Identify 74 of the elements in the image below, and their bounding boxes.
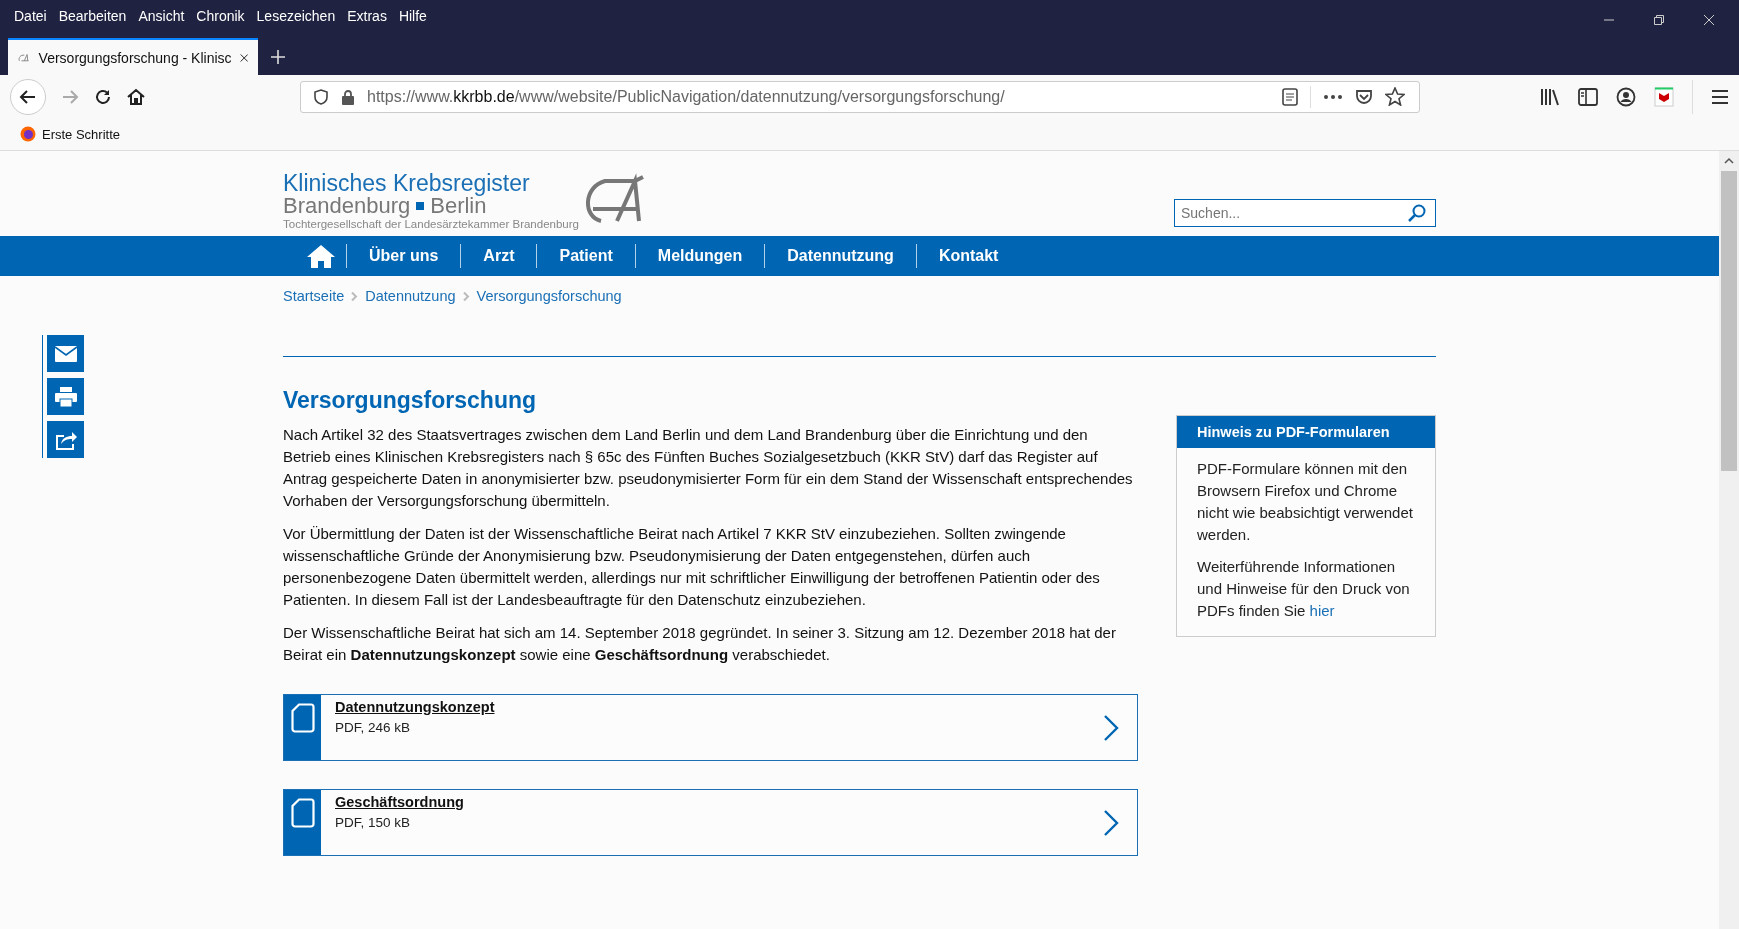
chevron-icon (462, 291, 470, 301)
scroll-up-icon[interactable] (1724, 157, 1734, 165)
document-title[interactable]: Datennutzungskonzept (335, 699, 1089, 715)
pocket-icon[interactable] (1355, 88, 1373, 105)
search-field[interactable]: Suchen... (1174, 199, 1436, 227)
menu-item[interactable]: Hilfe (398, 8, 427, 24)
document-icon (290, 798, 315, 828)
more-icon[interactable] (1323, 93, 1343, 100)
info-box-title: Hinweis zu PDF-Formularen (1177, 416, 1435, 448)
firefox-logo-icon (20, 126, 36, 142)
home-icon[interactable] (126, 86, 146, 107)
nav-link[interactable]: Über uns (347, 247, 461, 265)
search-icon[interactable] (1408, 204, 1426, 222)
address-bar[interactable]: https://www.kkrbb.de/www/website/PublicNavigation/datennutzung/versorgungsforschung/ (300, 80, 1420, 113)
envelope-icon (54, 345, 77, 362)
breadcrumb-link[interactable]: Datennutzung (365, 288, 456, 304)
document-info: PDF, 246 kB (335, 720, 412, 735)
shield-extension-icon[interactable] (1654, 86, 1674, 107)
print-button[interactable] (47, 378, 84, 415)
body-paragraph: Vor Übermittlung der Daten ist der Wissenschaftliche Beirat nach Artikel 7 KKR StV einzubeziehen. Sollten zwingende wissenschaftliche Gründe der Anonymisierung bzw. Pseudonymisierung der Daten entgegenstehen, dürfen auch personenbezogene Daten übermittelt werden, allerdings nur mit schriftlicher Einwilligung der betroffenen Patientin oder des Patienten. In diesem Fall ist der Landesbeauftragte für den Datenschutz einzubeziehen. (283, 524, 1101, 610)
email-button[interactable] (47, 335, 84, 372)
menu-icon[interactable] (1711, 88, 1729, 105)
info-box-text: Weiterführende Informationen und Hinweise für den Druck von PDFs finden Sie hier (1197, 557, 1411, 621)
chevron-right-icon (1103, 713, 1119, 742)
info-box-text: PDF-Formulare können mit den Browsern Firefox und Chrome nicht wie beabsichtigt verwendet werden. (1197, 459, 1414, 545)
nav-link[interactable]: Patient (537, 247, 635, 265)
share-icon (54, 429, 77, 450)
page-heading: Versorgungsforschung (283, 387, 538, 414)
star-icon[interactable] (1385, 87, 1405, 106)
printer-icon (54, 386, 77, 407)
menu-item[interactable]: Chronik (196, 8, 245, 24)
share-button[interactable] (47, 421, 84, 458)
logo-subtitle: Brandenburg (283, 195, 411, 217)
restore-icon[interactable] (1653, 14, 1665, 26)
nav-link[interactable]: Meldungen (635, 247, 765, 265)
shield-icon (313, 88, 329, 105)
site-logo-icon (18, 51, 31, 64)
document-download-link[interactable]: Geschäftsordnung PDF, 150 kB (283, 789, 1138, 856)
document-info: PDF, 150 kB (335, 815, 412, 830)
new-tab-icon[interactable] (270, 48, 286, 65)
reload-icon[interactable] (94, 87, 112, 106)
logo-tagline: Tochtergesellschaft der Landesärztekammer Brandenburg (283, 218, 579, 231)
menu-item[interactable]: Datei (14, 8, 47, 24)
reader-view-icon[interactable] (1282, 87, 1298, 106)
document-icon (290, 703, 315, 733)
square-icon (416, 202, 425, 210)
nav-link[interactable]: Kontakt (916, 247, 1021, 265)
chevron-icon (351, 291, 359, 301)
back-button[interactable] (10, 78, 46, 115)
breadcrumb-link[interactable]: Startseite (283, 288, 345, 304)
info-link[interactable]: hier (1309, 602, 1335, 619)
sidebar-icon[interactable] (1578, 87, 1598, 106)
close-icon[interactable] (1703, 14, 1715, 26)
library-icon[interactable] (1540, 87, 1560, 106)
breadcrumb-link[interactable]: Versorgungsforschung (476, 288, 622, 304)
tab-title: Versorgungsforschung - Klinisc (38, 49, 232, 66)
url-text: https://www.kkrbb.de/www/website/PublicNavigation/datennutzung/versorgungsforschung/ (367, 87, 1006, 106)
body-paragraph: Nach Artikel 32 des Staatsvertrages zwischen dem Land Berlin und dem Land Brandenburg über die Einrichtung und den Betrieb eines Klinischen Krebsregisters nach § 65c des Fünften Buches Sozialgesetzbuch (KKR StV) darf das Register auf Antrag gespeicherte Daten in anonymisierter bzw. pseudonymisierter Form für ein dem Stand der Wissenschaft entsprechendes Vorhaben der Versorgungsforschung übermitteln. (283, 425, 1134, 511)
menu-item[interactable]: Extras (347, 8, 387, 24)
menu-item[interactable]: Lesezeichen (256, 8, 336, 24)
account-icon[interactable] (1616, 86, 1636, 107)
menu-item[interactable]: Ansicht (138, 8, 185, 24)
nav-link[interactable]: Arzt (461, 247, 537, 265)
document-title[interactable]: Geschäftsordnung (335, 794, 1089, 810)
chevron-right-icon (1103, 808, 1119, 837)
nav-link[interactable]: Datennutzung (765, 247, 916, 265)
bookmark-item[interactable]: Erste Schritte (20, 126, 121, 142)
lock-icon (341, 88, 355, 105)
close-icon[interactable] (239, 51, 248, 64)
browser-tab[interactable]: Versorgungsforschung - Klinisc (8, 38, 258, 75)
body-paragraph: Der Wissenschaftliche Beirat hat sich am 14. September 2018 gegründet. In seiner 3. Sitzung am 12. Dezember 2018 hat der Beirat ein Datennutzungskonzept sowie eine Geschäftsordnung verabschiedet. (283, 623, 1117, 665)
menu-item[interactable]: Bearbeiten (58, 8, 127, 24)
document-download-link[interactable]: Datennutzungskonzept PDF, 246 kB (283, 694, 1138, 761)
scrollbar[interactable] (1719, 151, 1739, 929)
